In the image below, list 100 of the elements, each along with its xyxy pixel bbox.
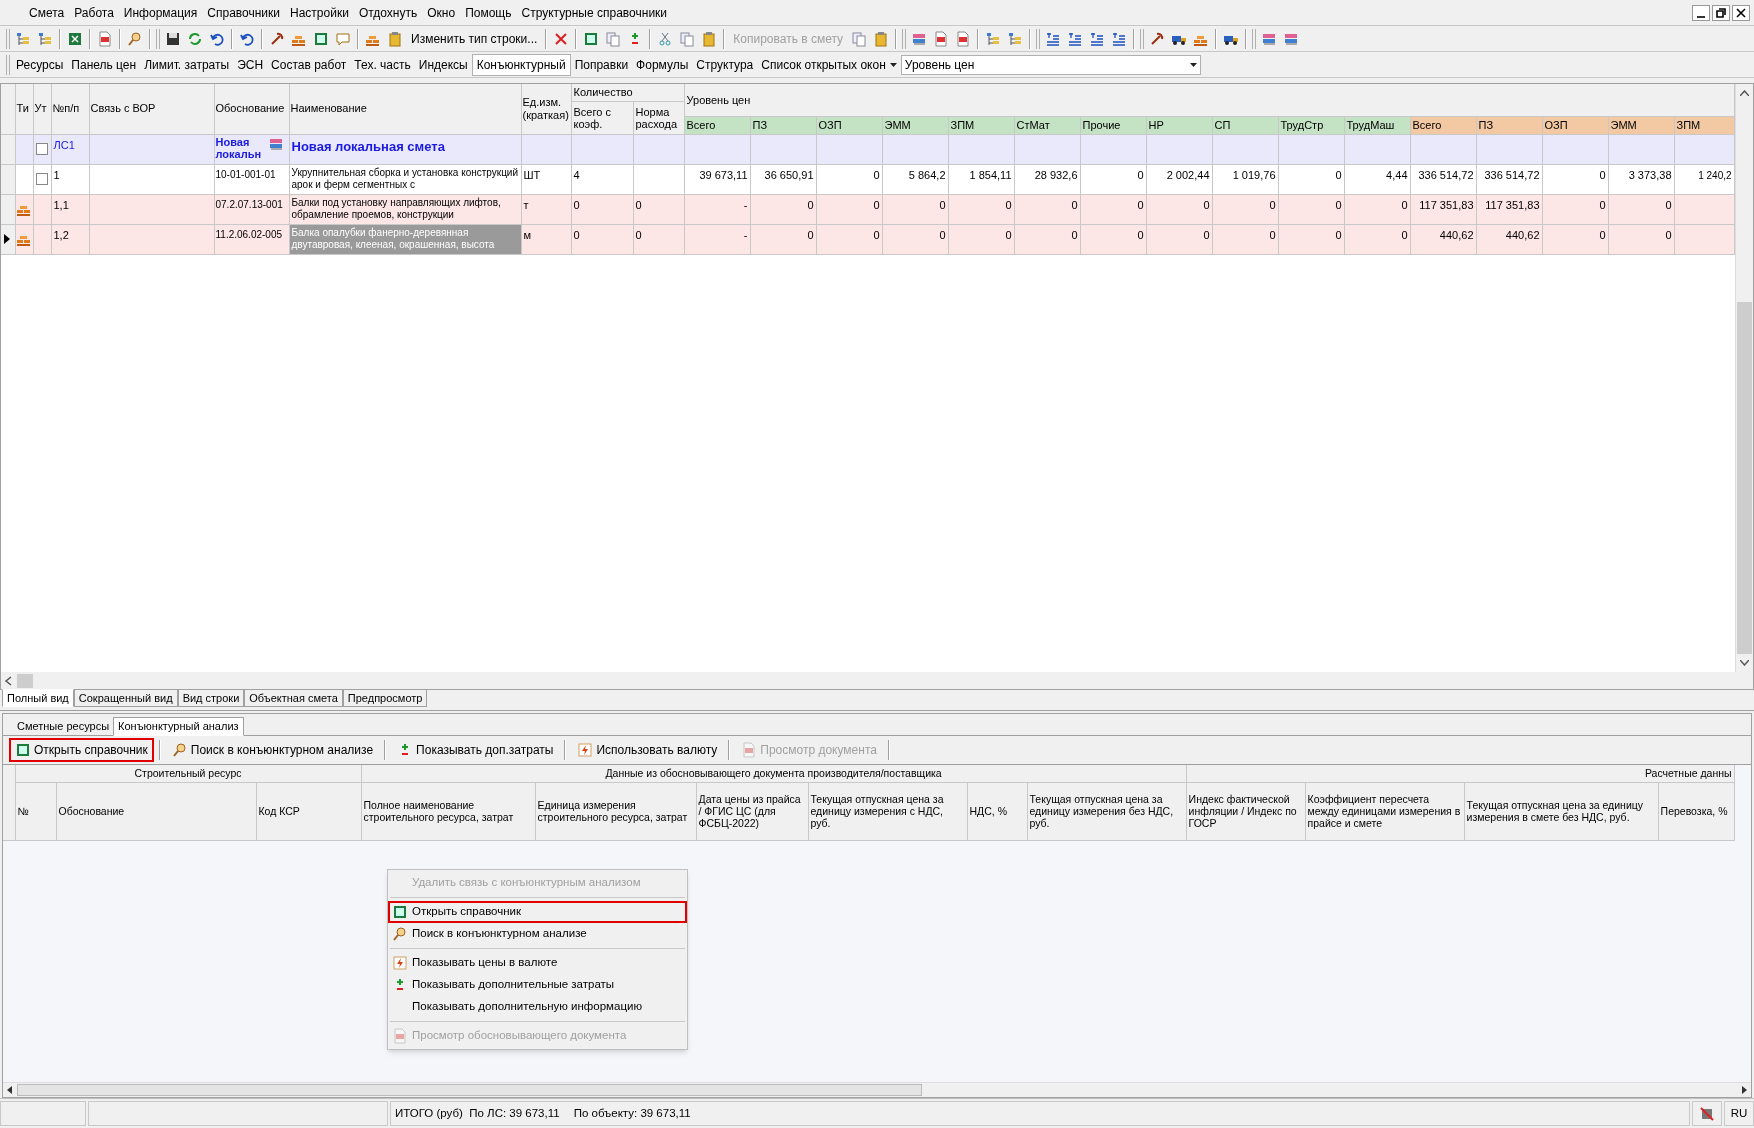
tree-icon[interactable] — [15, 30, 31, 47]
spreadsheet-icon[interactable] — [67, 30, 83, 47]
column-header[interactable]: Индекс фактической инфляции / Индекс по ГОСР — [1186, 782, 1306, 840]
view-tab[interactable]: Панель цен — [67, 53, 141, 76]
column-header[interactable]: Наименование — [289, 84, 521, 134]
table-cell: 0 — [873, 228, 880, 241]
view-tab[interactable]: Поправки — [570, 53, 633, 76]
tab[interactable]: Сокращенный вид — [73, 689, 178, 707]
column-header[interactable]: Текущая отпускная цена за единицу измерения с НДС, руб. — [808, 782, 967, 840]
column-header[interactable]: Всего с коэф. — [571, 101, 633, 134]
column-header[interactable]: Связь с ВОР — [89, 84, 214, 134]
column-header[interactable]: Обоснование — [214, 84, 289, 134]
menu-item[interactable]: Показывать дополнительную информацию — [388, 996, 687, 1018]
delete-icon[interactable] — [553, 30, 570, 47]
paste-icon[interactable] — [701, 30, 718, 47]
column-header[interactable]: Коэффициент пересчета между единицами измерения в прайсе и смете — [1305, 782, 1465, 840]
list-edit-icon[interactable] — [985, 30, 1002, 47]
clipboard-icon[interactable] — [873, 30, 890, 47]
copy-icon[interactable] — [679, 30, 696, 47]
menu-item[interactable]: Поиск в конъюнктурном анализе — [388, 923, 687, 945]
tab[interactable]: Объектная смета — [244, 689, 343, 707]
tool-icon[interactable] — [1149, 30, 1166, 47]
arrow-down-icon[interactable] — [1740, 660, 1749, 666]
column-header[interactable]: №п/п — [51, 84, 89, 134]
menu-item[interactable]: Помощь — [460, 3, 517, 22]
menu-item[interactable]: Справочники — [202, 3, 286, 22]
minimize-icon[interactable] — [1692, 4, 1710, 21]
view-tab[interactable]: Лимит. затраты — [140, 53, 234, 76]
refresh-icon[interactable] — [187, 30, 203, 47]
view-tab[interactable]: Структура — [692, 53, 758, 76]
toolbar-button[interactable]: Изменить тип строки... — [406, 27, 543, 50]
view-tab[interactable]: ЭСН — [233, 53, 268, 76]
toolbar-button[interactable]: Открыть справочник — [9, 738, 154, 762]
view-tab[interactable]: Формулы — [632, 53, 693, 76]
menu-item[interactable]: Показывать цены в валюте — [388, 952, 687, 974]
menu-item[interactable]: Информация — [118, 3, 203, 22]
menu-item[interactable]: Настройки — [285, 3, 354, 22]
view-tab[interactable]: Индексы — [414, 53, 472, 76]
column-header[interactable]: Ед.изм. (краткая) — [521, 84, 571, 134]
view-tab[interactable]: Состав работ — [267, 53, 351, 76]
menu-item[interactable]: Окно — [422, 3, 461, 22]
outdent-icon[interactable] — [1089, 30, 1106, 47]
document-icon[interactable] — [955, 30, 972, 47]
document-icon[interactable] — [933, 30, 950, 47]
copy-icon[interactable] — [851, 30, 868, 47]
magnifier-icon[interactable] — [127, 30, 143, 47]
document-icon[interactable] — [97, 30, 113, 47]
indent-icon[interactable] — [1045, 30, 1062, 47]
speech-bubble-icon[interactable] — [335, 30, 351, 47]
menu-item[interactable]: Работа — [69, 3, 119, 22]
column-header[interactable]: Дата цены из прайса / ФГИС ЦС (для ФСБЦ-2022) — [696, 782, 808, 840]
scrollbar-thumb[interactable] — [17, 673, 33, 688]
column-header[interactable]: Код КСР — [256, 782, 361, 840]
horizontal-scrollbar[interactable] — [3, 1082, 1751, 1097]
tab[interactable]: Вид строки — [177, 689, 245, 707]
view-tab[interactable]: Тех. часть — [350, 53, 415, 76]
caret-icon[interactable] — [1189, 62, 1197, 67]
dropdown-button[interactable]: Список открытых окон — [757, 53, 901, 76]
scissors-icon[interactable] — [657, 30, 674, 47]
arrow-up-icon[interactable] — [1740, 90, 1749, 96]
restore-icon[interactable] — [1712, 4, 1730, 21]
column-header[interactable]: № — [15, 782, 56, 840]
toolbar-button[interactable]: Показывать доп.затраты — [391, 738, 560, 762]
tab[interactable]: Предпросмотр — [342, 689, 428, 707]
view-tab[interactable]: Конъюнктурный — [471, 53, 571, 76]
column-header[interactable]: Единица измерения строительного ресурса, затрат — [535, 782, 696, 840]
table-cell: 1 019,76 — [1232, 168, 1276, 181]
menu-item[interactable]: Отдохнуть — [353, 3, 423, 22]
save-icon[interactable] — [165, 30, 181, 47]
checkbox[interactable] — [36, 173, 48, 185]
menu-item[interactable]: Структурные справочники — [516, 3, 673, 22]
tab[interactable]: Полный вид — [2, 689, 74, 707]
tree-icon[interactable] — [37, 30, 53, 47]
column-header[interactable]: Текущая отпускная цена за единицу измерения без НДС, руб. — [1027, 782, 1187, 840]
tool-icon[interactable] — [269, 30, 285, 47]
view-tab[interactable]: Ресурсы — [12, 53, 68, 76]
toolbar-button[interactable]: Использовать валюту — [571, 738, 724, 762]
list-delete-icon[interactable] — [1007, 30, 1024, 47]
column-header[interactable]: НДС, % — [967, 782, 1027, 840]
price-level-combo[interactable]: Уровень цен — [900, 54, 1201, 75]
column-header[interactable]: Полное наименование строительного ресурса, затрат — [361, 782, 535, 840]
table-cell: 0 — [1269, 228, 1276, 241]
column-header[interactable]: Перевозка, % — [1658, 782, 1735, 840]
toolbar-button[interactable]: Поиск в конъюнктурном анализе — [165, 738, 380, 762]
horizontal-scrollbar[interactable] — [1, 672, 1753, 689]
column-header[interactable]: Текущая отпускная цена за единицу измерения в смете без НДС, руб. — [1464, 782, 1659, 840]
column-header[interactable]: Норма расхода — [633, 101, 684, 134]
checkbox[interactable] — [36, 143, 48, 155]
copy-icon[interactable] — [605, 30, 622, 47]
tab[interactable]: Конъюнктурный анализ — [113, 717, 244, 736]
indent-icon[interactable] — [1067, 30, 1084, 47]
menu-item[interactable]: Показывать дополнительные затраты — [388, 974, 687, 996]
tab[interactable]: Сметные ресурсы — [13, 717, 114, 736]
menu-item[interactable]: Смета — [24, 3, 70, 22]
column-header[interactable]: Обоснование — [56, 782, 256, 840]
table-cell: 336 514,72 — [1484, 168, 1540, 181]
vertical-scrollbar[interactable] — [1735, 84, 1753, 672]
close-icon[interactable] — [1732, 4, 1750, 21]
outdent-icon[interactable] — [1111, 30, 1128, 47]
menu-item[interactable]: Открыть справочник — [388, 901, 687, 923]
